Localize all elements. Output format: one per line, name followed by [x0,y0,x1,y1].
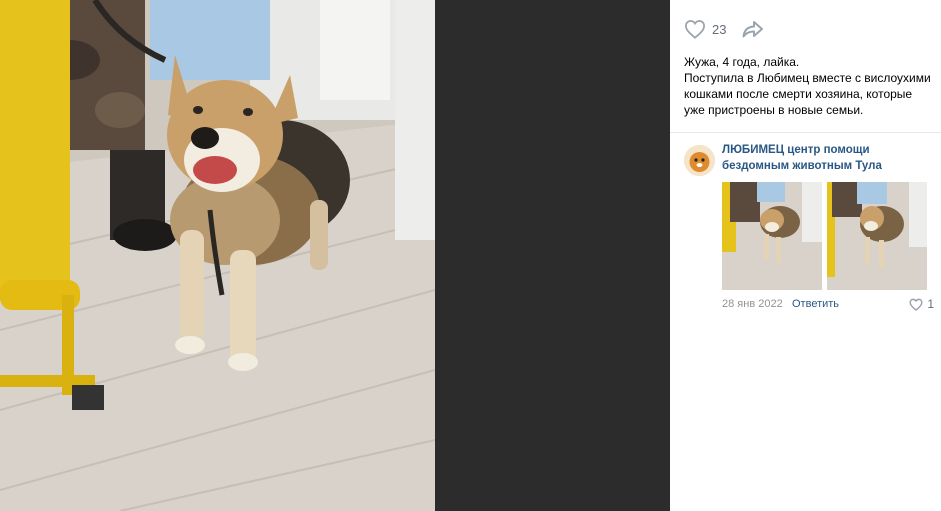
comment-attachments [722,182,932,292]
comment-like-button[interactable]: 1 [909,296,934,312]
attachment-thumbnail-2[interactable] [827,182,927,290]
heart-outline-icon [685,20,705,39]
like-button[interactable]: 23 [684,19,726,39]
share-arrow-icon [743,21,764,38]
dog-photo-image [0,0,435,511]
comment-author-link[interactable]: ЛЮБИМЕЦ центр помощи бездомным животным … [722,142,922,174]
caption-line-2: Поступила в Любимец вместе с вислоухими … [684,71,931,117]
like-count: 23 [712,21,727,37]
share-button[interactable] [741,19,765,39]
comment-like-count: 1 [927,297,934,311]
post-actions: 23 [684,17,765,41]
post-panel: 23 Жужа, 4 года, лайка. Поступила в Люби… [670,0,941,511]
photo-viewer [0,0,670,511]
divider [670,132,941,133]
post-caption: Жужа, 4 года, лайка. Поступила в Любимец… [684,54,934,118]
avatar-dog-icon [684,145,715,176]
attachment-thumbnail-1[interactable] [722,182,822,290]
comment-date[interactable]: 28 янв 2022 [722,296,783,312]
comment-meta: 28 янв 2022 Ответить 1 [722,296,934,312]
reply-button[interactable]: Ответить [792,296,839,312]
avatar[interactable] [684,145,715,176]
dog-thumbnail-image [722,182,822,290]
caption-line-1: Жужа, 4 года, лайка. [684,55,800,69]
main-photo[interactable] [0,0,435,511]
dog-thumbnail-image [827,182,927,290]
heart-outline-icon [909,298,923,311]
